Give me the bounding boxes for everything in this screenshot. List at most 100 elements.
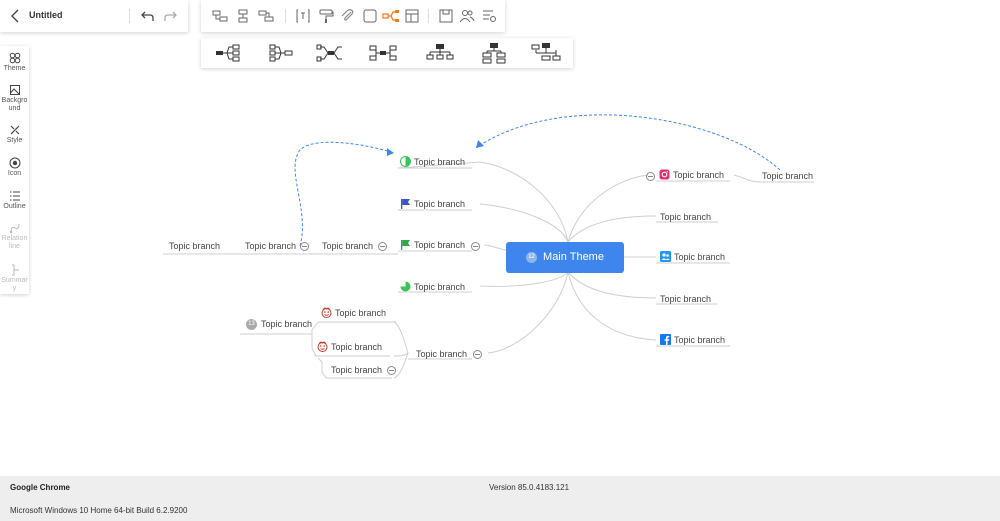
sidebar-item-summary[interactable]: Summary	[0, 264, 29, 293]
right-branch-3[interactable]: Topic branch	[660, 251, 725, 265]
blue-flag-icon	[400, 198, 411, 212]
emoji-icon	[317, 341, 328, 355]
right-branch-2[interactable]: Topic branch	[660, 211, 711, 223]
lower-sub-2[interactable]: Topic branch	[317, 341, 382, 355]
insert-topic-icon[interactable]	[211, 7, 229, 25]
left-branch-5-label: Topic branch	[416, 349, 468, 359]
sidebar-item-label: Style	[6, 137, 23, 144]
green-flag-icon	[400, 239, 411, 253]
browser-version: Version 85.0.4183.121	[489, 483, 570, 492]
theme-icon	[9, 52, 20, 64]
left-sidebar: Theme Background Style Icon Outline Rela…	[0, 46, 29, 294]
sidebar-item-relation-line[interactable]: Relation line	[0, 222, 29, 251]
right-branch-2-label: Topic branch	[660, 212, 712, 222]
left-branch-1[interactable]: Topic branch	[400, 156, 465, 170]
undo-icon[interactable]	[140, 8, 156, 24]
facebook-icon	[660, 334, 671, 348]
title-panel: Untitled	[0, 0, 188, 32]
left-branch-3[interactable]: Topic branch	[400, 239, 481, 253]
emoji-icon	[321, 307, 332, 321]
sidebar-item-label: Summary	[1, 277, 28, 292]
attachment-icon[interactable]	[339, 7, 357, 25]
sidebar-item-icon[interactable]: Icon	[0, 157, 29, 178]
layout-tree-icon[interactable]	[479, 42, 509, 64]
relation-line-icon	[9, 223, 19, 234]
left-sub-2-label: Topic branch	[245, 241, 297, 251]
left-branch-4[interactable]: Topic branch	[400, 281, 465, 295]
layout-options-panel	[201, 38, 573, 68]
summary-node[interactable]: 13 Topic branch	[246, 318, 313, 331]
style-icon	[10, 125, 19, 135]
right-sub-1[interactable]: Topic branch	[762, 170, 813, 182]
mindmap-structure-icon[interactable]	[382, 7, 400, 25]
boundary-icon[interactable]	[361, 7, 379, 25]
root-topic-label: Main Theme	[543, 251, 604, 263]
layout-left-icon[interactable]	[267, 42, 297, 64]
mindmap-canvas[interactable]: Topic branch Topic branch Topic branch T…	[0, 0, 1000, 476]
right-branch-4-label: Topic branch	[660, 294, 712, 304]
left-sub-3[interactable]: Topic branch	[322, 240, 388, 252]
collapse-toggle[interactable]	[387, 366, 397, 376]
collapse-toggle[interactable]	[646, 171, 655, 181]
lower-sub-3-label: Topic branch	[331, 365, 383, 375]
lower-sub-1[interactable]: Topic branch	[321, 307, 386, 321]
right-branch-5[interactable]: Topic branch	[660, 334, 725, 348]
sidebar-item-label: Relation line	[1, 235, 28, 250]
back-icon[interactable]	[9, 8, 23, 24]
sidebar-item-label: Outline	[3, 203, 26, 210]
layout-org-down-icon[interactable]	[425, 42, 455, 64]
format-painter-icon[interactable]	[317, 7, 335, 25]
left-branch-5[interactable]: Topic branch	[416, 348, 483, 360]
collapse-toggle[interactable]	[473, 350, 483, 360]
document-title[interactable]: Untitled	[29, 10, 63, 20]
left-sub-2[interactable]: Topic branch	[245, 240, 310, 252]
layout-right-icon[interactable]	[213, 42, 243, 64]
root-badge: 12	[526, 251, 538, 263]
browser-name: Google Chrome	[10, 483, 71, 492]
right-branch-1[interactable]: Topic branch	[646, 169, 724, 183]
collapse-toggle[interactable]	[300, 242, 310, 252]
left-branch-1-label: Topic branch	[414, 157, 466, 168]
divider	[129, 9, 130, 23]
sidebar-item-background[interactable]: Background	[0, 84, 29, 113]
layout-balanced-icon[interactable]	[368, 42, 398, 64]
left-branch-2-label: Topic branch	[414, 199, 466, 210]
summary-icon	[11, 264, 19, 276]
connector-lines	[163, 114, 814, 379]
left-sub-3-label: Topic branch	[322, 241, 374, 251]
right-branch-5-label: Topic branch	[674, 335, 726, 346]
right-branch-4[interactable]: Topic branch	[660, 293, 711, 305]
summary-tool-icon[interactable]	[294, 7, 312, 25]
sidebar-item-style[interactable]: Style	[0, 124, 29, 145]
root-topic[interactable]: 12 Main Theme	[506, 242, 624, 273]
sidebar-item-outline[interactable]: Outline	[0, 190, 29, 211]
summary-badge: 13	[246, 319, 257, 331]
left-branch-3-label: Topic branch	[414, 240, 466, 251]
collapse-toggle[interactable]	[471, 241, 481, 251]
collapse-toggle[interactable]	[378, 242, 388, 252]
main-toolbar	[201, 0, 505, 32]
left-sub-1-label: Topic branch	[169, 241, 221, 251]
divider	[285, 9, 286, 23]
summary-node-label: Topic branch	[261, 319, 313, 329]
insert-parent-icon[interactable]	[257, 7, 275, 25]
layout-icon[interactable]	[403, 7, 421, 25]
redo-icon[interactable]	[162, 8, 178, 24]
lower-sub-2-label: Topic branch	[331, 342, 383, 353]
layout-both-sides-icon[interactable]	[316, 42, 346, 64]
left-sub-1[interactable]: Topic branch	[169, 240, 220, 252]
people-icon	[660, 251, 671, 265]
layout-org-up-icon[interactable]	[531, 42, 561, 64]
save-icon[interactable]	[437, 7, 455, 25]
insert-subtopic-icon[interactable]	[234, 7, 252, 25]
outline-icon	[9, 191, 20, 201]
left-branch-4-label: Topic branch	[414, 282, 466, 293]
os-info: Microsoft Windows 10 Home 64-bit Build 6…	[10, 506, 188, 515]
left-branch-2[interactable]: Topic branch	[400, 198, 465, 212]
right-sub-1-label: Topic branch	[762, 171, 814, 181]
lower-sub-3[interactable]: Topic branch	[331, 364, 397, 376]
share-users-icon[interactable]	[458, 7, 476, 25]
sidebar-item-theme[interactable]: Theme	[0, 52, 29, 73]
sidebar-item-label: Icon	[7, 170, 22, 177]
settings-list-icon[interactable]	[480, 7, 498, 25]
